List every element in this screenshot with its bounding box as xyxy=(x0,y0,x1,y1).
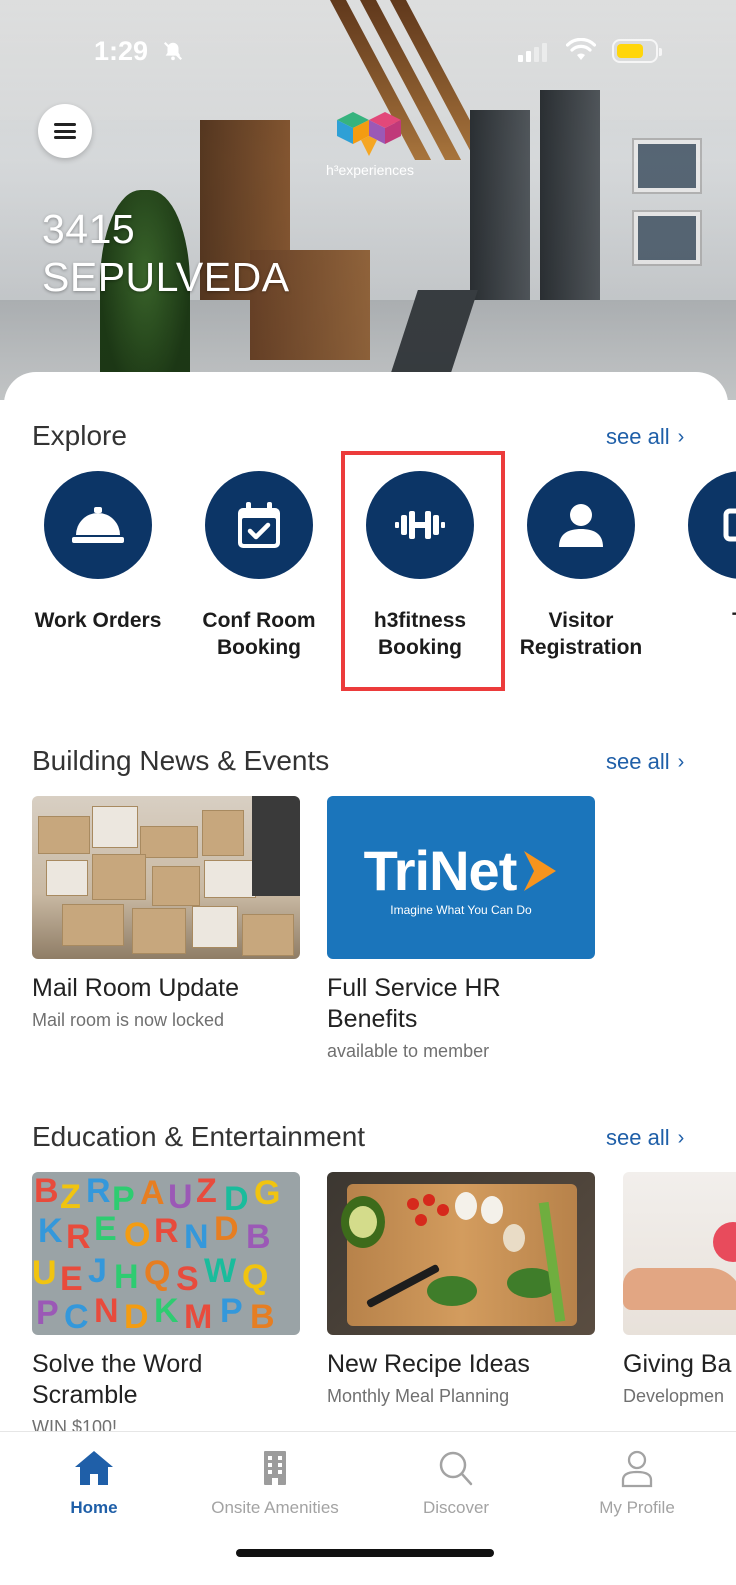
explore-item-work-orders[interactable]: Work Orders xyxy=(18,471,178,634)
building-name: 3415 SEPULVEDA xyxy=(42,205,290,301)
chevron-right-icon: › xyxy=(677,425,685,448)
chevron-right-icon: › xyxy=(677,1126,685,1149)
education-title: Education & Entertainment xyxy=(32,1121,366,1152)
explore-icon-circle xyxy=(205,471,313,579)
selection-highlight xyxy=(341,451,505,691)
partial-icon xyxy=(723,508,736,542)
hero-banner: 1:29 h³experiences 3415 SEPULVEDA xyxy=(0,0,736,400)
tab-label: Onsite Amenities xyxy=(211,1498,339,1517)
card-title: New Recipe Ideas xyxy=(327,1350,530,1378)
card-subtitle: Mail room is now locked xyxy=(32,1010,225,1030)
card-subtitle: available to member xyxy=(327,1041,490,1061)
person-icon xyxy=(559,504,603,547)
explore-item-label: Work Orders xyxy=(18,607,178,634)
tab-home[interactable]: Home xyxy=(14,1448,174,1518)
news-see-all-link[interactable]: see all › xyxy=(606,749,684,775)
tab-label: Discover xyxy=(422,1498,490,1517)
explore-title: Explore xyxy=(32,420,127,451)
education-card-word-scramble[interactable]: B Z R P A U Z D G K R E O R N D B U E J … xyxy=(32,1172,300,1438)
see-all-label: see all xyxy=(606,1125,670,1150)
explore-icon-circle xyxy=(44,471,152,579)
explore-item-label: Tr xyxy=(662,607,736,634)
chevron-right-icon: › xyxy=(677,750,685,773)
service-bell-icon xyxy=(72,507,124,543)
education-see-all-link[interactable]: see all › xyxy=(606,1125,684,1151)
food-image xyxy=(327,1172,595,1335)
tab-label: My Profile xyxy=(599,1498,675,1517)
hamburger-icon xyxy=(54,123,76,139)
card-title: Mail Room Update xyxy=(32,974,240,1002)
hand-image xyxy=(623,1172,736,1335)
search-icon xyxy=(439,1451,473,1486)
trinet-logo-text: TriNet xyxy=(363,839,518,902)
news-title: Building News & Events xyxy=(32,745,330,776)
status-time: 1:29 xyxy=(94,36,149,66)
education-card-recipe[interactable]: New Recipe Ideas Monthly Meal Planning xyxy=(327,1172,595,1407)
home-icon xyxy=(75,1451,113,1485)
cellular-signal-icon xyxy=(518,40,547,62)
education-card-positivity[interactable]: Giving Ba Positivity Developmen xyxy=(623,1172,736,1407)
wifi-icon xyxy=(566,38,596,60)
bell-off-icon xyxy=(163,41,183,61)
trinet-arrow-icon xyxy=(524,850,557,891)
card-title: Giving Ba Positivity xyxy=(623,1350,736,1378)
calendar-check-icon xyxy=(238,502,280,548)
letters-image: B Z R P A U Z D G K R E O R N D B U E J … xyxy=(32,1172,300,1335)
profile-icon xyxy=(621,1450,653,1488)
logo-text: h³experiences xyxy=(326,162,414,178)
tab-onsite-amenities[interactable]: Onsite Amenities xyxy=(195,1448,355,1518)
card-title: Solve the Word Scramble xyxy=(32,1350,203,1409)
explore-item-label-line1: Conf Room xyxy=(202,609,316,632)
tab-discover[interactable]: Discover xyxy=(376,1448,536,1518)
menu-button[interactable] xyxy=(38,104,92,158)
card-title: Full Service HR Benefits xyxy=(327,974,501,1033)
explore-item-label-line1: Work Orders xyxy=(34,609,162,632)
tab-label: Home xyxy=(70,1498,118,1517)
explore-item-visitor-registration[interactable]: Visitor Registration xyxy=(501,471,661,661)
mail-room-image xyxy=(32,796,300,959)
bottom-tab-bar: Home Onsite Amenities Discover My Profil… xyxy=(0,1431,736,1585)
explore-item-label-line1: Tr xyxy=(662,607,736,634)
status-bar: 1:29 xyxy=(0,0,736,70)
building-name-line2: SEPULVEDA xyxy=(42,254,290,300)
card-subtitle: Monthly Meal Planning xyxy=(327,1386,510,1406)
explore-item-label-line2: Registration xyxy=(519,636,643,659)
explore-item-label-line2: Booking xyxy=(217,636,301,659)
explore-item-label: Visitor Registration xyxy=(501,607,661,661)
trinet-image: TriNet Imagine What You Can Do xyxy=(327,796,595,959)
h3-logo: h³experiences xyxy=(315,110,425,184)
explore-icon-circle xyxy=(688,471,736,579)
battery-icon xyxy=(612,39,662,63)
building-icon xyxy=(264,1451,286,1485)
trinet-logo: TriNet xyxy=(364,838,559,903)
building-name-line1: 3415 xyxy=(42,206,136,252)
explore-see-all-link[interactable]: see all › xyxy=(606,424,684,450)
explore-item-label-line1: Visitor xyxy=(548,609,614,632)
app-screen: 1:29 h³experiences 3415 SEPULVEDA Explor… xyxy=(0,0,736,1585)
trinet-tagline: Imagine What You Can Do xyxy=(390,903,532,917)
card-subtitle: Developmen xyxy=(623,1386,725,1406)
explore-icon-circle xyxy=(527,471,635,579)
cube-logo-icon xyxy=(337,112,401,156)
see-all-label: see all xyxy=(606,424,670,449)
tab-my-profile[interactable]: My Profile xyxy=(557,1448,717,1518)
explore-item-conf-room-booking[interactable]: Conf Room Booking xyxy=(179,471,339,661)
news-card-hr-benefits[interactable]: TriNet Imagine What You Can Do Full Serv… xyxy=(327,796,595,1062)
home-indicator[interactable] xyxy=(236,1549,494,1557)
news-card-mail-room[interactable]: Mail Room Update Mail room is now locked xyxy=(32,796,300,1031)
explore-item-label: Conf Room Booking xyxy=(179,607,339,661)
explore-item-partial[interactable]: Tr xyxy=(662,471,736,634)
see-all-label: see all xyxy=(606,749,670,774)
